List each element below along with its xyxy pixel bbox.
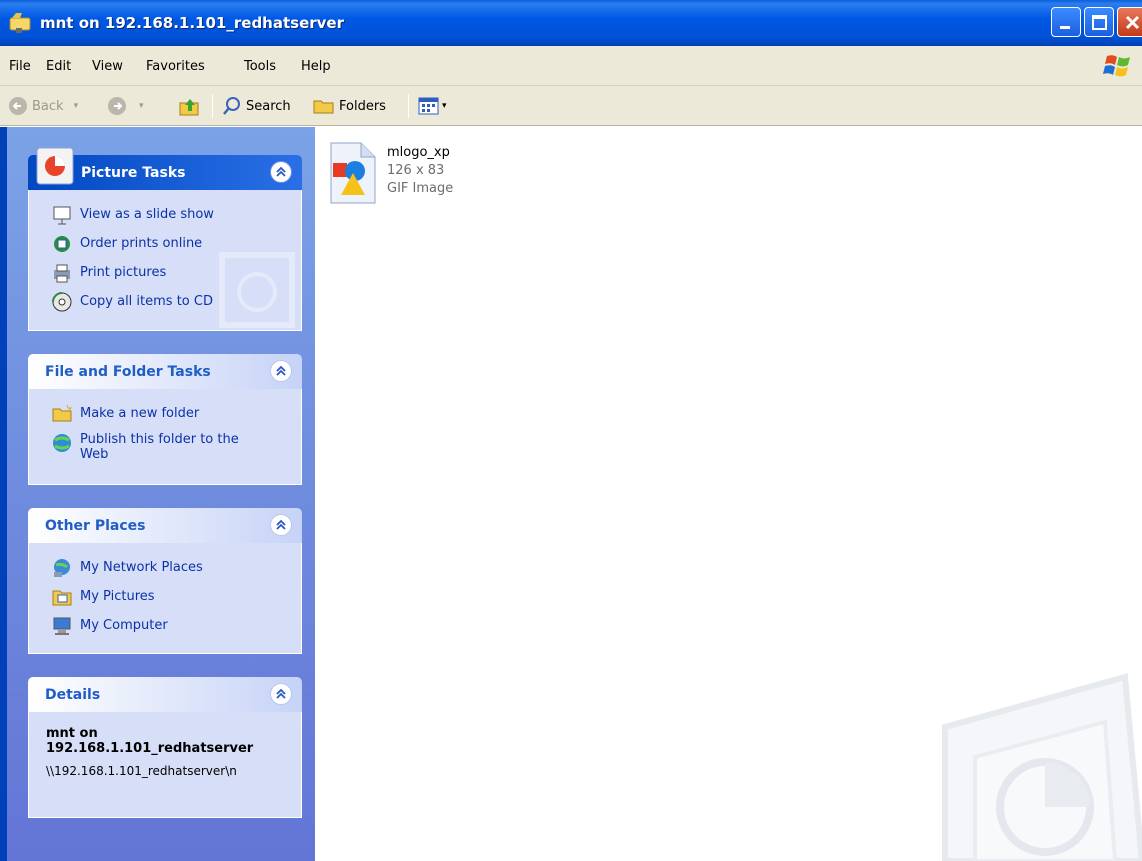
menu-bar: File Edit View Favorites Tools Help: [0, 46, 1142, 86]
my-pictures-icon: [52, 590, 72, 605]
title-bar: mnt on 192.168.1.101_redhatserver: [0, 0, 1142, 46]
window-title: mnt on 192.168.1.101_redhatserver: [40, 14, 344, 32]
place-my-network-places[interactable]: My Network Places: [29, 553, 301, 582]
panel-title: Other Places: [45, 518, 146, 534]
back-dropdown-icon[interactable]: ▾: [74, 101, 79, 111]
folder-icon: [313, 100, 334, 114]
details-header[interactable]: Details: [28, 677, 302, 712]
file-folder-tasks-panel: File and Folder Tasks Make a new folder …: [28, 354, 302, 485]
collapse-button[interactable]: [270, 360, 292, 382]
publish-web-icon: [53, 434, 71, 452]
panel-title: File and Folder Tasks: [45, 364, 211, 380]
back-button[interactable]: Back ▾: [8, 95, 78, 117]
folders-label: Folders: [339, 98, 386, 114]
toolbar-separator: [408, 94, 409, 118]
network-places-icon: [54, 558, 70, 577]
task-label: Copy all items to CD: [80, 294, 213, 309]
collapse-button[interactable]: [270, 683, 292, 705]
menu-help[interactable]: Help: [301, 59, 331, 74]
back-label: Back: [32, 98, 64, 114]
task-slideshow[interactable]: View as a slide show: [29, 200, 301, 229]
new-folder-icon: [52, 404, 73, 421]
menu-view[interactable]: View: [92, 59, 123, 74]
other-places-body: My Network Places My Pictures My Compute…: [28, 543, 302, 654]
task-label: My Network Places: [80, 560, 203, 575]
folders-button[interactable]: Folders: [313, 95, 386, 117]
picture-tasks-icon: [36, 147, 74, 185]
menu-tools[interactable]: Tools: [244, 59, 276, 74]
cd-icon: [52, 291, 72, 311]
gif-image-icon: [330, 142, 376, 204]
panel-title: Picture Tasks: [81, 165, 186, 181]
views-grid-icon: [418, 97, 439, 115]
other-places-panel: Other Places My Network Places My Pictur…: [28, 508, 302, 654]
other-places-header[interactable]: Other Places: [28, 508, 302, 543]
picture-tasks-body: View as a slide show Order prints online…: [28, 190, 302, 331]
views-button[interactable]: ▾: [418, 95, 447, 117]
minimize-button[interactable]: [1051, 7, 1081, 37]
task-label: Publish this folder to the Web: [80, 432, 239, 462]
details-path: \\192.168.1.101_redhatserver\n: [46, 764, 237, 778]
menu-favorites[interactable]: Favorites: [146, 59, 205, 74]
collapse-button[interactable]: [270, 161, 292, 183]
task-label: My Computer: [80, 618, 168, 633]
search-icon: [223, 97, 240, 115]
file-folder-tasks-body: Make a new folder Publish this folder to…: [28, 389, 302, 485]
folder-network-icon: [9, 13, 31, 33]
close-icon: [1125, 15, 1140, 30]
up-folder-button[interactable]: [178, 95, 202, 117]
picture-tasks-panel: Picture Tasks View as a slide show Order…: [28, 147, 302, 331]
picture-tasks-header[interactable]: Picture Tasks: [28, 147, 302, 190]
task-label: Make a new folder: [80, 406, 200, 421]
file-view: mlogo_xp 126 x 83 GIF Image: [315, 127, 1142, 861]
my-computer-icon: [53, 617, 71, 635]
maximize-icon: [1092, 15, 1107, 30]
up-folder-icon: [179, 99, 199, 116]
details-name: mnt on 192.168.1.101_redhatserver: [46, 726, 254, 756]
maximize-button[interactable]: [1084, 7, 1114, 37]
slideshow-icon: [53, 206, 71, 224]
details-body: mnt on 192.168.1.101_redhatserver \\192.…: [28, 712, 302, 818]
forward-arrow-icon: [108, 97, 126, 115]
file-folder-tasks-header[interactable]: File and Folder Tasks: [28, 354, 302, 389]
task-label: View as a slide show: [80, 207, 214, 222]
windows-logo-icon: [1103, 55, 1130, 77]
task-pane: Picture Tasks View as a slide show Order…: [0, 127, 315, 861]
back-arrow-icon: [9, 97, 27, 115]
file-dimensions: 126 x 83: [387, 163, 445, 178]
chevron-up-icon: [276, 688, 286, 699]
toolbar: Back ▾ ▾ Search Folders ▾: [0, 86, 1142, 126]
place-my-computer[interactable]: My Computer: [29, 611, 301, 640]
task-label: Order prints online: [80, 236, 203, 251]
place-my-pictures[interactable]: My Pictures: [29, 582, 301, 611]
file-type: GIF Image: [387, 181, 454, 196]
chevron-up-icon: [276, 519, 286, 530]
task-label: Print pictures: [80, 265, 167, 280]
globe-print-icon: [54, 235, 70, 252]
menu-edit[interactable]: Edit: [46, 59, 71, 74]
task-new-folder[interactable]: Make a new folder: [29, 399, 301, 428]
forward-button[interactable]: ▾: [107, 95, 144, 117]
chevron-up-icon: [276, 166, 286, 177]
forward-dropdown-icon[interactable]: ▾: [139, 101, 144, 111]
menu-file[interactable]: File: [9, 59, 31, 74]
picture-folder-watermark-icon: [942, 673, 1142, 861]
collapse-button[interactable]: [270, 514, 292, 536]
task-label: My Pictures: [80, 589, 155, 604]
toolbar-separator: [212, 94, 213, 118]
search-button[interactable]: Search: [222, 95, 291, 117]
chevron-up-icon: [276, 365, 286, 376]
file-name: mlogo_xp: [387, 145, 450, 160]
minimize-icon: [1060, 26, 1070, 29]
file-item[interactable]: mlogo_xp 126 x 83 GIF Image: [327, 141, 527, 211]
close-button[interactable]: [1117, 7, 1142, 37]
task-publish-web[interactable]: Publish this folder to the Web: [29, 428, 301, 472]
panel-title: Details: [45, 687, 101, 703]
printer-icon: [54, 264, 70, 282]
picture-watermark-icon: [219, 252, 295, 328]
search-label: Search: [246, 98, 291, 114]
views-dropdown-icon: ▾: [442, 101, 447, 111]
details-panel: Details mnt on 192.168.1.101_redhatserve…: [28, 677, 302, 818]
